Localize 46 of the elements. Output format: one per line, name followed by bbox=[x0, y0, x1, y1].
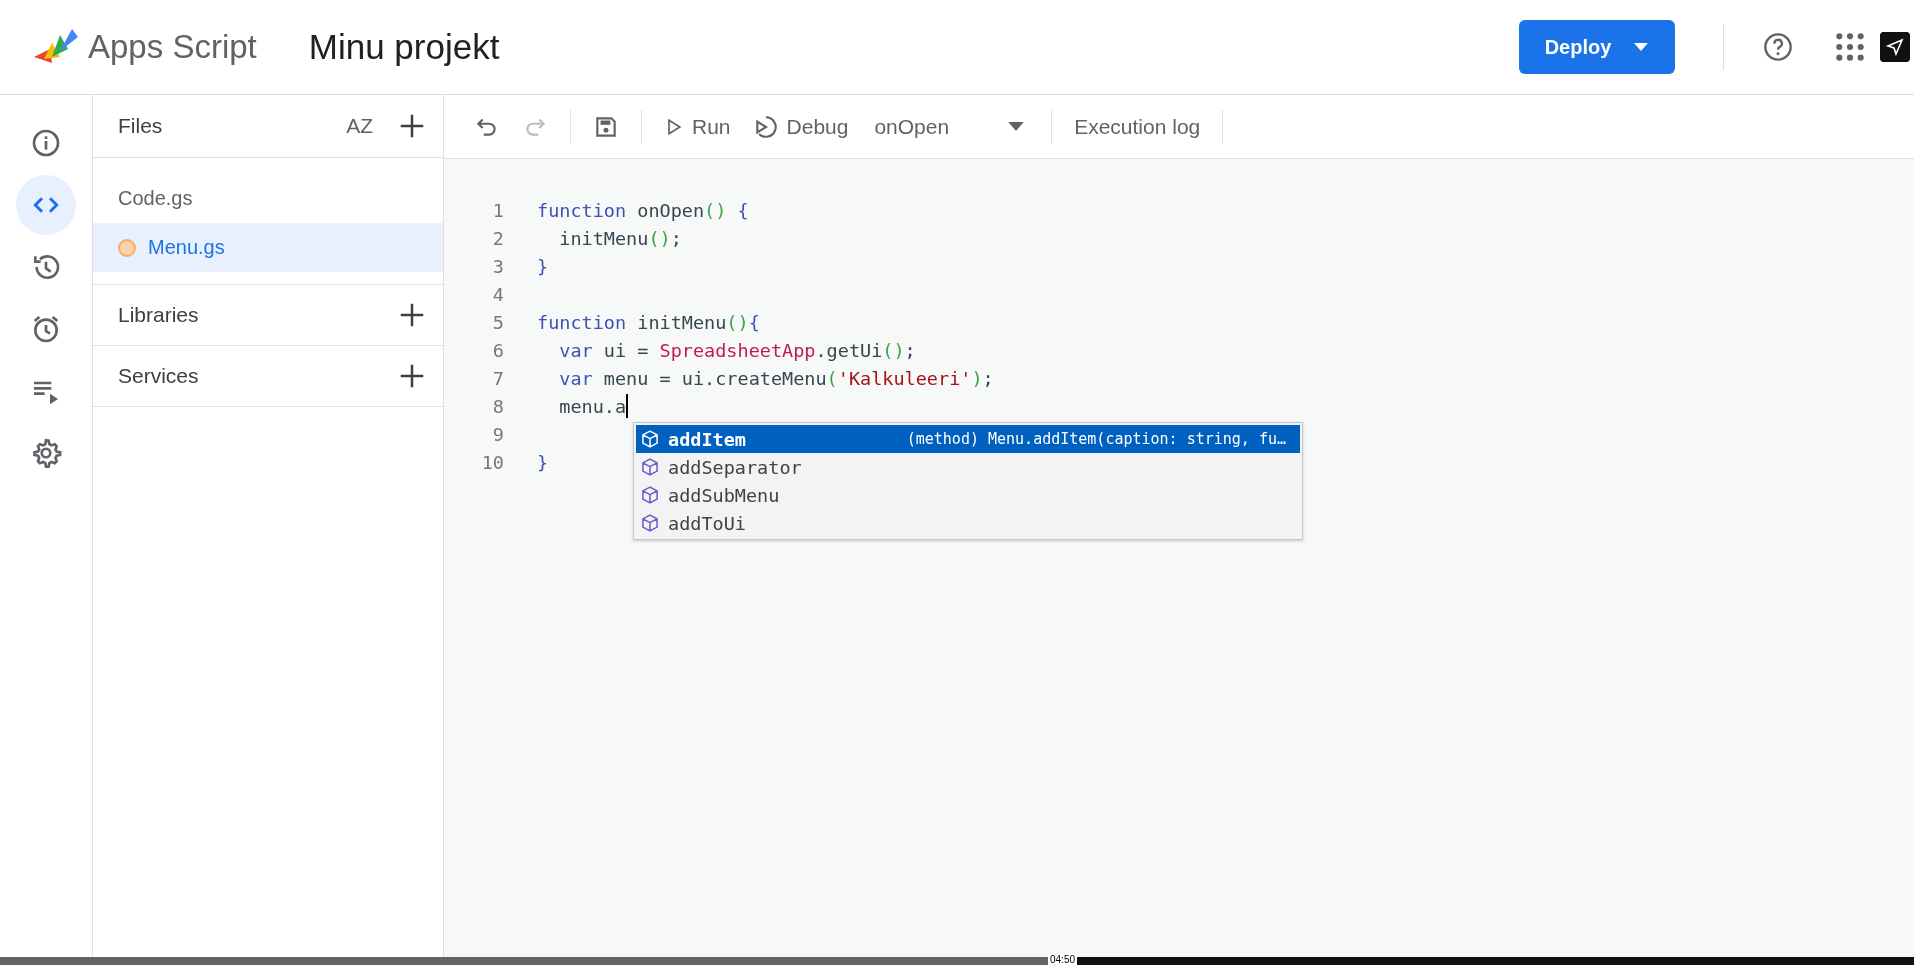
section-title: Services bbox=[118, 364, 200, 388]
execution-log-button[interactable]: Execution log bbox=[1066, 110, 1209, 143]
line-number: 4 bbox=[491, 283, 504, 305]
cube-icon bbox=[640, 513, 660, 533]
apps-grid-icon[interactable] bbox=[1834, 31, 1866, 63]
caret-icon bbox=[1633, 42, 1650, 52]
help-icon[interactable] bbox=[1762, 31, 1794, 63]
run-button[interactable]: Run bbox=[656, 110, 739, 143]
section-title: Libraries bbox=[118, 303, 200, 327]
line-number: 3 bbox=[491, 255, 504, 277]
debug-button[interactable]: Debug bbox=[744, 109, 857, 144]
line-number: 7 bbox=[491, 367, 504, 389]
video-time: 04:50 bbox=[1048, 954, 1078, 965]
code-line: var menu = ui.createMenu('Kalkuleeri'); bbox=[558, 367, 994, 389]
code-line: function initMenu(){ bbox=[537, 311, 760, 333]
line-number: 6 bbox=[491, 339, 504, 361]
file-item[interactable]: Menu.gs bbox=[93, 223, 443, 272]
suggestion-item[interactable]: addItem (method) Menu.addItem(caption: string, fu… bbox=[636, 425, 1300, 453]
cube-icon bbox=[640, 429, 660, 449]
suggestion-item[interactable]: addSeparator bbox=[636, 453, 1300, 481]
line-number: 1 bbox=[491, 199, 504, 221]
video-progress-bar[interactable]: 04:50 bbox=[0, 957, 1914, 965]
line-number: 5 bbox=[491, 311, 504, 333]
code-line: var ui = SpreadsheetApp.getUi(); bbox=[558, 339, 916, 361]
file-item[interactable]: Code.gs bbox=[93, 174, 443, 223]
files-title: Files bbox=[118, 114, 164, 138]
suggestion-item[interactable]: addToUi bbox=[636, 509, 1300, 537]
line-number: 9 bbox=[491, 423, 504, 445]
code-line: function onOpen() { bbox=[537, 199, 749, 221]
cube-icon bbox=[640, 457, 660, 477]
code-line: } bbox=[537, 451, 549, 473]
line-number: 10 bbox=[480, 451, 504, 473]
suggestion-item[interactable]: addSubMenu bbox=[636, 481, 1300, 509]
line-number: 8 bbox=[491, 395, 504, 417]
cube-icon bbox=[640, 485, 660, 505]
send-icon[interactable] bbox=[1880, 32, 1910, 62]
line-number: 2 bbox=[491, 227, 504, 249]
code-line: } bbox=[537, 255, 549, 277]
code-line: menu.a bbox=[558, 394, 629, 418]
deploy-button[interactable]: Deploy bbox=[1519, 20, 1675, 74]
caret-icon bbox=[1007, 121, 1026, 132]
sort-button[interactable]: AZ bbox=[338, 110, 381, 142]
function-select[interactable]: onOpen bbox=[862, 110, 1038, 143]
code-line: initMenu(); bbox=[558, 227, 682, 249]
project-title[interactable]: Minu projekt bbox=[308, 27, 500, 67]
app-name: Apps Script bbox=[88, 28, 257, 66]
